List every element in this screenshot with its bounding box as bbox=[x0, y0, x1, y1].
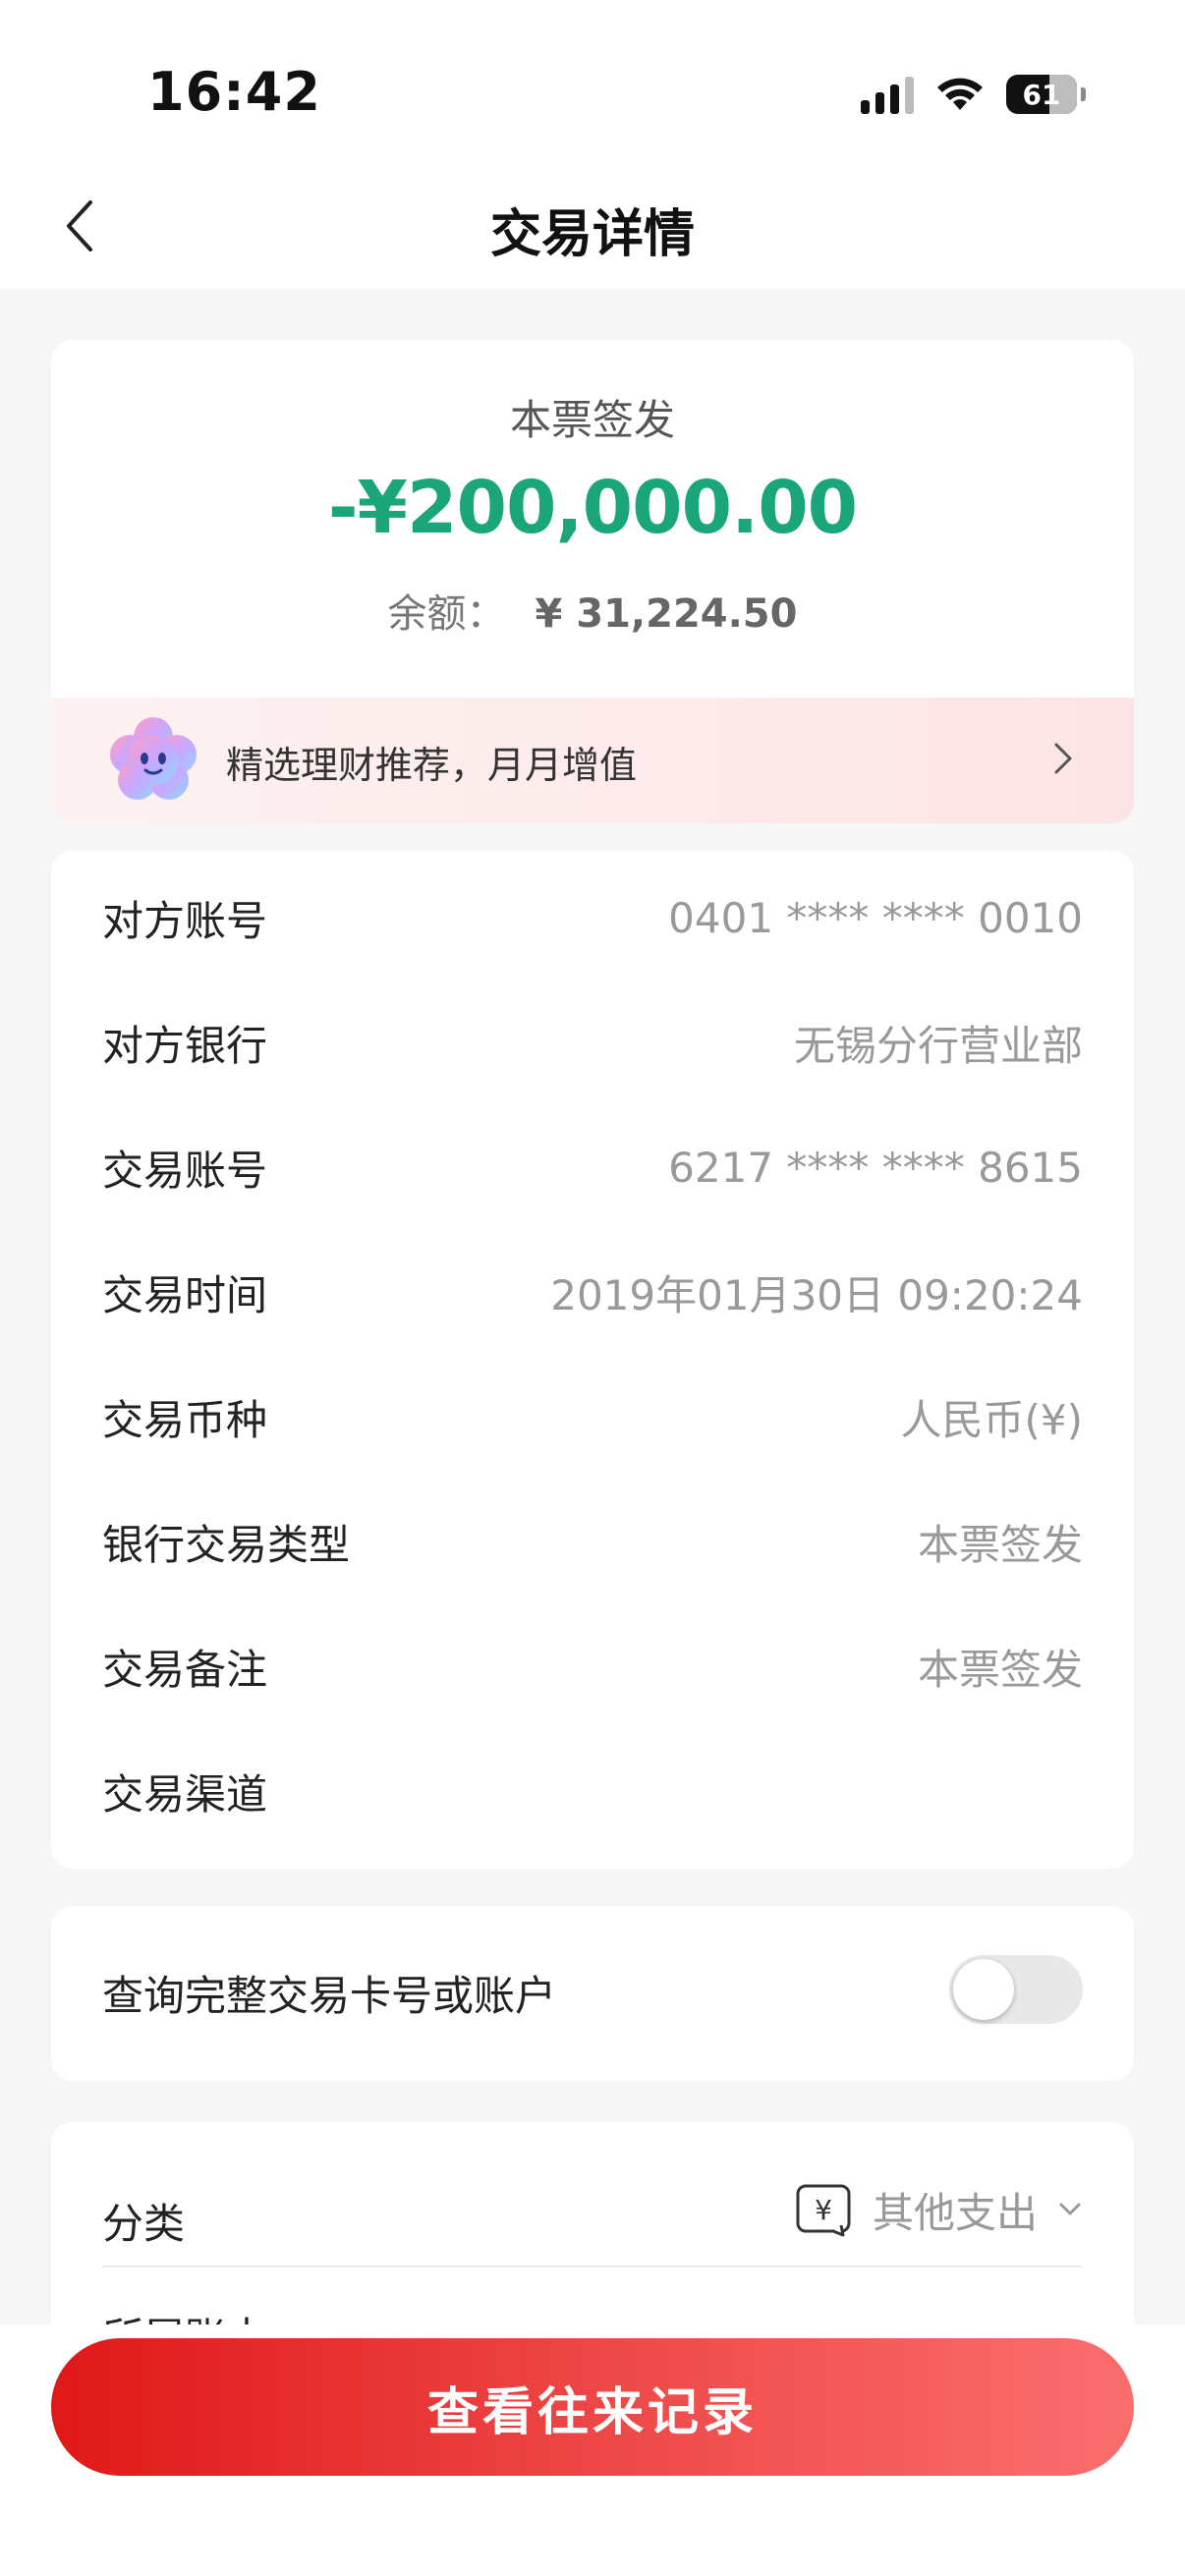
full-card-number-switch[interactable] bbox=[949, 1955, 1083, 2024]
detail-value: 本票签发 bbox=[917, 1520, 1083, 1569]
detail-label: 交易账号 bbox=[102, 1146, 268, 1195]
detail-label: 交易币种 bbox=[102, 1395, 268, 1444]
detail-row-currency: 交易币种 人民币(¥) bbox=[102, 1379, 1083, 1454]
view-history-button[interactable]: 查看往来记录 bbox=[51, 2338, 1134, 2476]
chevron-right-icon bbox=[1054, 743, 1072, 774]
detail-row-transaction-time: 交易时间 2019年01月30日 09:20:24 bbox=[102, 1255, 1083, 1329]
category-label: 分类 bbox=[102, 2200, 186, 2248]
category-selector[interactable]: ¥ 其他支出 bbox=[794, 2175, 1083, 2244]
detail-value: 人民币(¥) bbox=[900, 1395, 1084, 1444]
promo-text: 精选理财推荐，月月增值 bbox=[226, 744, 638, 787]
detail-row-transaction-account: 交易账号 6217 **** **** 8615 bbox=[102, 1130, 1083, 1204]
divider bbox=[102, 2266, 1083, 2268]
detail-row-bank-transaction-type: 银行交易类型 本票签发 bbox=[102, 1504, 1083, 1579]
battery-level: 61 bbox=[1022, 78, 1061, 111]
status-time: 16:42 bbox=[147, 61, 321, 123]
cellular-signal-icon bbox=[861, 75, 914, 114]
detail-row-remark: 交易备注 本票签发 bbox=[102, 1629, 1083, 1704]
chevron-down-icon bbox=[1059, 2203, 1081, 2215]
category-value: 其他支出 bbox=[872, 2188, 1038, 2237]
wifi-icon bbox=[935, 75, 985, 114]
detail-label: 交易时间 bbox=[102, 1270, 268, 1319]
detail-label: 银行交易类型 bbox=[102, 1520, 351, 1569]
balance-value: ¥ 31,224.50 bbox=[535, 591, 798, 637]
battery-icon: 61 bbox=[1006, 75, 1086, 114]
balance-label: 余额： bbox=[387, 591, 506, 637]
detail-value: 本票签发 bbox=[917, 1645, 1083, 1694]
detail-label: 对方银行 bbox=[102, 1021, 268, 1070]
detail-row-channel: 交易渠道 bbox=[102, 1754, 1083, 1828]
transaction-type: 本票签发 bbox=[509, 396, 675, 444]
detail-label: 对方账号 bbox=[102, 896, 268, 945]
detail-label: 交易渠道 bbox=[102, 1769, 268, 1819]
toggle-label: 查询完整交易卡号或账户 bbox=[102, 1972, 557, 2020]
detail-row-counterparty-bank: 对方银行 无锡分行营业部 bbox=[102, 1005, 1083, 1080]
detail-value: 2019年01月30日 09:20:24 bbox=[550, 1270, 1083, 1319]
mascot-icon bbox=[110, 717, 197, 800]
status-icons: 61 bbox=[861, 71, 1086, 118]
yuan-category-icon: ¥ bbox=[796, 2184, 851, 2237]
detail-value: 6217 **** **** 8615 bbox=[668, 1143, 1083, 1192]
transaction-summary-card: 本票签发 -¥200,000.00 余额： ¥ 31,224.50 精选理财推荐，… bbox=[51, 340, 1134, 823]
switch-knob bbox=[953, 1959, 1014, 2020]
full-card-number-toggle-card: 查询完整交易卡号或账户 bbox=[51, 1906, 1134, 2081]
detail-label: 交易备注 bbox=[102, 1645, 268, 1694]
detail-value: 无锡分行营业部 bbox=[793, 1021, 1083, 1070]
detail-value: 0401 **** **** 0010 bbox=[668, 893, 1083, 942]
balance-line: 余额： ¥ 31,224.50 bbox=[51, 582, 1134, 639]
transaction-amount: -¥200,000.00 bbox=[327, 466, 858, 550]
status-bar: 16:42 61 bbox=[0, 0, 1185, 173]
transaction-details-card: 对方账号 0401 **** **** 0010 对方银行 无锡分行营业部 交易… bbox=[51, 851, 1134, 1869]
detail-row-counterparty-account: 对方账号 0401 **** **** 0010 bbox=[102, 880, 1083, 955]
promo-banner[interactable]: 精选理财推荐，月月增值 bbox=[51, 698, 1134, 823]
svg-text:¥: ¥ bbox=[815, 2194, 832, 2226]
page-title: 交易详情 bbox=[489, 205, 695, 264]
